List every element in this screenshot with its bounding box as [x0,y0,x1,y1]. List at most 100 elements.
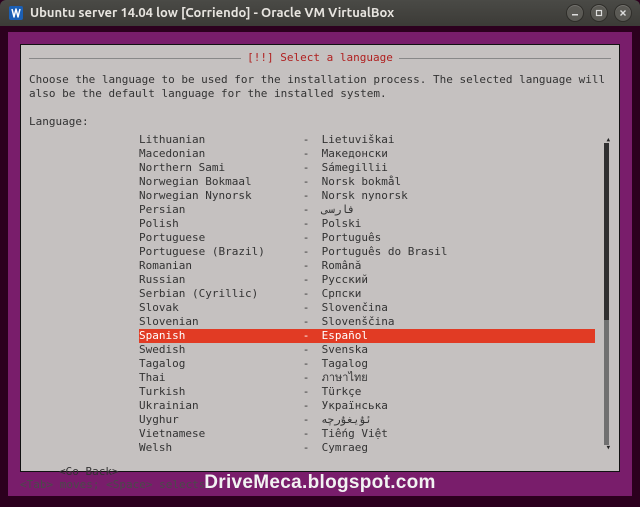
language-option[interactable]: Tagalog- Tagalog [139,357,595,371]
separator-dash: - [297,357,315,371]
separator-dash: - [297,273,315,287]
dialog-description: Choose the language to be used for the i… [29,73,611,101]
language-english: Polish [139,217,297,231]
scrollbar-thumb[interactable] [604,143,609,320]
language-english: Norwegian Bokmaal [139,175,297,189]
language-option[interactable]: Thai- ภาษาไทย [139,371,595,385]
language-list[interactable]: Lithuanian- LietuviškaiMacedonian- Макед… [29,133,601,455]
keyboard-hint: <Tab> moves; <Space> selects; [20,478,212,492]
language-option[interactable]: Polish- Polski [139,217,595,231]
language-option[interactable]: Uyghur- ئۇيغۇرچە [139,413,595,427]
window-title: Ubuntu server 14.04 low [Corriendo] - Or… [30,6,394,20]
minimize-icon [571,9,579,17]
language-native: Slovenčina [315,301,388,315]
separator-dash: - [297,245,315,259]
language-option[interactable]: Macedonian- Македонски [139,147,595,161]
language-native: Norsk bokmål [315,175,401,189]
language-native: Українська [315,399,388,413]
language-english: Slovenian [139,315,297,329]
vm-screen: [!!] Select a language Choose the langua… [8,32,632,496]
language-option[interactable]: Spanish- Español [139,329,595,343]
language-option[interactable]: Lithuanian- Lietuviškai [139,133,595,147]
separator-dash: - [297,147,315,161]
language-native: Македонски [315,147,388,161]
separator-dash: - [297,371,315,385]
language-native: Svenska [315,343,368,357]
separator-dash: - [297,385,315,399]
language-native: Português [315,231,381,245]
close-icon [619,9,627,17]
language-english: Persian [139,203,297,217]
separator-dash: - [297,189,315,203]
separator-dash: - [297,287,315,301]
go-back-button[interactable]: <Go Back> [29,465,611,479]
language-native: Lietuviškai [315,133,394,147]
language-scrollbar[interactable]: ▴ ▾ [601,133,611,455]
separator-dash: - [297,301,315,315]
language-option[interactable]: Persian- فارسی [139,203,595,217]
separator-dash: - [297,315,315,329]
scroll-down-icon: ▾ [606,441,611,455]
separator-dash: - [297,217,315,231]
language-native: Српски [315,287,361,301]
language-native: Polski [315,217,361,231]
language-native: Português do Brasil [315,245,447,259]
language-native: Română [315,259,361,273]
language-native: Norsk nynorsk [315,189,408,203]
virtualbox-icon [8,5,24,21]
separator-dash: - [297,133,315,147]
language-english: Vietnamese [139,427,297,441]
language-native: Slovenščina [315,315,394,329]
field-label-language: Language: [29,115,611,129]
dialog-title: [!!] Select a language [241,51,399,65]
language-native: ภาษาไทย [315,371,368,385]
language-english: Tagalog [139,357,297,371]
separator-dash: - [297,175,315,189]
language-english: Turkish [139,385,297,399]
language-option[interactable]: Russian- Русский [139,273,595,287]
language-option[interactable]: Serbian (Cyrillic)- Српски [139,287,595,301]
language-native: Sámegillii [315,161,388,175]
separator-dash: - [297,427,315,441]
language-english: Russian [139,273,297,287]
separator-dash: - [297,399,315,413]
separator-dash: - [297,413,315,427]
window-minimize-button[interactable] [566,4,584,22]
language-option[interactable]: Vietnamese- Tiếng Việt [139,427,595,441]
language-english: Swedish [139,343,297,357]
language-option[interactable]: Portuguese- Português [139,231,595,245]
language-option[interactable]: Swedish- Svenska [139,343,595,357]
language-option[interactable]: Romanian- Română [139,259,595,273]
language-option[interactable]: Turkish- Türkçe [139,385,595,399]
language-native: Español [315,329,368,343]
window-titlebar: Ubuntu server 14.04 low [Corriendo] - Or… [0,0,640,26]
language-native: ئۇيغۇرچە [315,413,372,427]
separator-dash: - [297,203,315,217]
language-option[interactable]: Ukrainian- Українська [139,399,595,413]
language-option[interactable]: Welsh- Cymraeg [139,441,595,455]
language-english: Romanian [139,259,297,273]
language-option[interactable]: Portuguese (Brazil)- Português do Brasil [139,245,595,259]
language-native: Türkçe [315,385,361,399]
language-option[interactable]: Slovak- Slovenčina [139,301,595,315]
language-native: Cymraeg [315,441,368,455]
language-english: Uyghur [139,413,297,427]
window-maximize-button[interactable] [590,4,608,22]
language-native: فارسی [315,203,355,217]
language-option[interactable]: Northern Sami- Sámegillii [139,161,595,175]
language-english: Welsh [139,441,297,455]
language-english: Portuguese [139,231,297,245]
window-close-button[interactable] [614,4,632,22]
separator-dash: - [297,161,315,175]
language-english: Spanish [139,329,297,343]
separator-dash: - [297,231,315,245]
language-english: Serbian (Cyrillic) [139,287,297,301]
language-option[interactable]: Norwegian Bokmaal- Norsk bokmål [139,175,595,189]
separator-dash: - [297,441,315,455]
language-option[interactable]: Slovenian- Slovenščina [139,315,595,329]
installer-panel: [!!] Select a language Choose the langua… [20,44,620,472]
separator-dash: - [297,259,315,273]
language-option[interactable]: Norwegian Nynorsk- Norsk nynorsk [139,189,595,203]
language-native: Русский [315,273,368,287]
language-english: Lithuanian [139,133,297,147]
